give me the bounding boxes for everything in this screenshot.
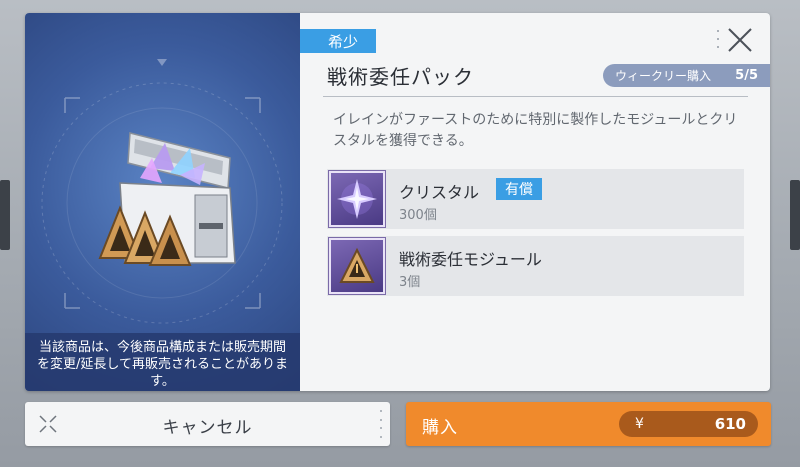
rarity-badge: 希少 <box>300 29 376 53</box>
title-divider <box>323 96 748 97</box>
weekly-limit-label: ウィークリー購入 <box>615 69 712 83</box>
price-amount: 610 <box>714 415 746 433</box>
crystal-icon <box>329 171 385 227</box>
supply-crate-icon <box>98 132 236 266</box>
right-edge-handle <box>790 180 800 250</box>
close-divider-dots <box>717 30 720 48</box>
list-item-module[interactable]: 戦術委任モジュール 3個 <box>327 236 744 296</box>
weekly-limit-tag: ウィークリー購入 5/5 <box>603 64 770 87</box>
list-item-crystal[interactable]: クリスタル 有償 300個 <box>327 169 744 229</box>
button-edge-dots <box>380 410 382 438</box>
resale-notice: 当該商品は、今後商品構成または販売期間を変更/延長して再販売されることがあります… <box>25 333 300 391</box>
item-quantity: 3個 <box>399 275 421 290</box>
left-edge-handle <box>0 180 10 250</box>
module-icon <box>329 238 385 294</box>
weekly-limit-value: 5/5 <box>735 68 758 83</box>
pack-title: 戦術委任パック <box>327 65 474 89</box>
item-name: 戦術委任モジュール <box>399 250 542 269</box>
close-button[interactable] <box>725 25 755 55</box>
pack-description: イレインがファーストのために特別に製作したモジュールとクリスタルを獲得できる。 <box>333 112 738 149</box>
price-pill: ¥ 610 <box>619 411 758 437</box>
pack-preview-panel: 当該商品は、今後商品構成または販売期間を変更/延長して再販売されることがあります… <box>25 13 300 391</box>
buy-label: 購入 <box>422 418 458 438</box>
close-icon <box>728 28 752 52</box>
buy-button[interactable]: 購入 ¥ 610 <box>406 402 771 446</box>
cancel-button[interactable]: キャンセル <box>25 402 390 446</box>
item-quantity: 300個 <box>399 208 437 223</box>
paid-badge: 有償 <box>496 178 542 200</box>
cancel-label: キャンセル <box>162 418 253 438</box>
currency-symbol: ¥ <box>635 416 644 432</box>
purchase-dialog: 当該商品は、今後商品構成または販売期間を変更/延長して再販売されることがあります… <box>25 13 770 391</box>
item-name: クリスタル <box>399 183 480 202</box>
